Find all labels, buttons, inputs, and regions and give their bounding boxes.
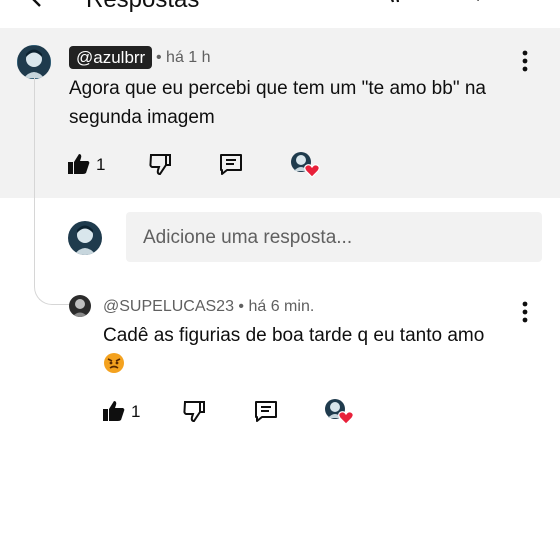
- timestamp: • há 1 h: [156, 49, 211, 66]
- highlighted-parent-comment: @azulbrr • há 1 h Agora que eu percebi q…: [0, 28, 560, 198]
- avatar[interactable]: [17, 45, 51, 79]
- like-count: 1: [96, 155, 106, 174]
- more-options-icon[interactable]: [520, 0, 534, 8]
- comment-text: Agora que eu percebi que tem um "te amo …: [69, 78, 486, 128]
- heart-icon: [304, 164, 320, 178]
- angry-face-emoji-icon: [104, 353, 124, 373]
- like-icon[interactable]: [102, 399, 126, 423]
- comment-options-icon[interactable]: [520, 301, 530, 323]
- back-arrow-icon[interactable]: [26, 0, 46, 8]
- comment-options-icon[interactable]: [520, 50, 530, 72]
- creator-heart-badge: [324, 398, 354, 426]
- dislike-icon[interactable]: [182, 399, 206, 423]
- reply-icon[interactable]: [219, 152, 243, 176]
- cast-icon[interactable]: [384, 0, 414, 8]
- thread-connector-line: [34, 77, 74, 305]
- search-icon[interactable]: [452, 0, 482, 8]
- comment-text: Cadê as figurias de boa tarde q eu tanto…: [103, 321, 523, 379]
- heart-icon: [338, 411, 354, 425]
- dislike-icon[interactable]: [148, 152, 172, 176]
- top-app-bar: Respostas: [0, 0, 560, 28]
- page-title: Respostas: [86, 0, 199, 14]
- current-user-avatar: [68, 221, 102, 255]
- reply-input[interactable]: Adicione uma resposta...: [126, 212, 542, 262]
- author-name[interactable]: @SUPELUCAS23 • há 6 min.: [103, 298, 314, 316]
- reply-icon[interactable]: [254, 399, 278, 423]
- avatar[interactable]: [69, 295, 91, 317]
- author-name[interactable]: @azulbrr: [69, 46, 153, 69]
- creator-heart-badge: [290, 151, 320, 179]
- like-count: 1: [131, 402, 141, 421]
- timestamp: • há 6 min.: [238, 298, 315, 315]
- reply-input-placeholder: Adicione uma resposta...: [143, 227, 353, 248]
